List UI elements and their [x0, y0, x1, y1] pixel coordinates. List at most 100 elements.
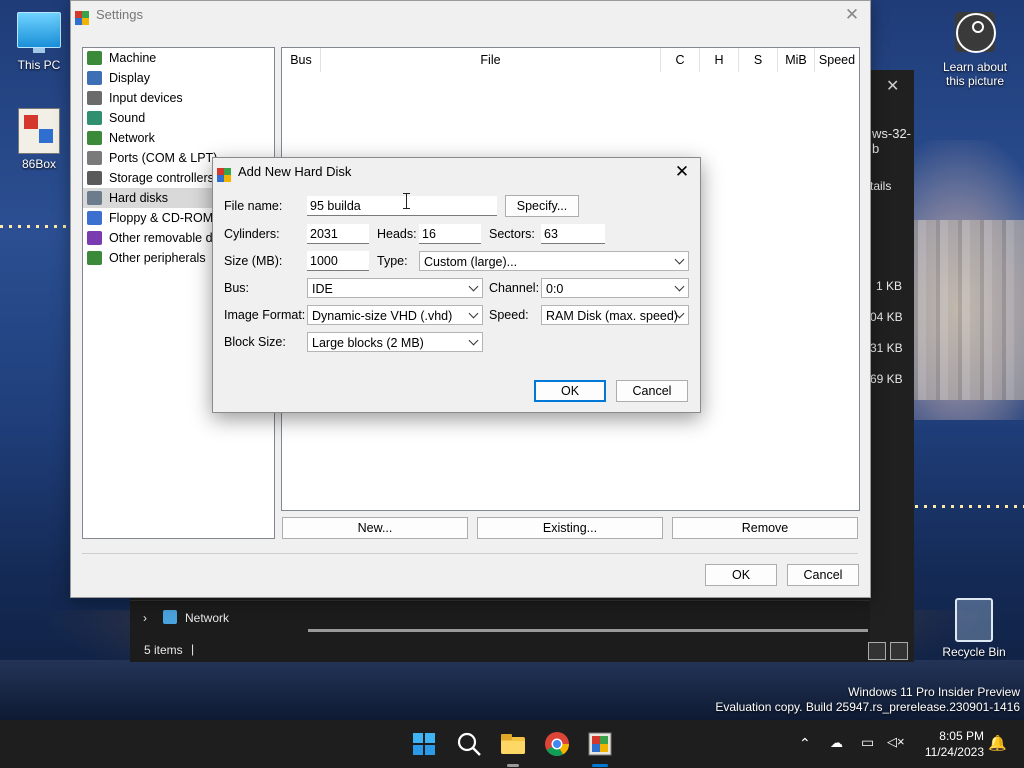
chevron-down-icon — [468, 335, 479, 346]
explorer-tab-title[interactable]: ws-32-b — [872, 126, 914, 156]
type-select[interactable]: Custom (large)... — [419, 251, 689, 271]
dialog-title-bar[interactable]: Add New Hard Disk ✕ — [213, 158, 700, 186]
image-format-label: Image Format: — [224, 308, 306, 322]
86box-icon[interactable] — [586, 730, 614, 758]
close-icon[interactable]: ✕ — [886, 76, 899, 96]
chevron-up-icon[interactable]: ⌃ — [799, 735, 811, 752]
desktop-icon-label: 86Box — [21, 157, 57, 171]
add-new-hard-disk-dialog: Add New Hard Disk ✕ File name: Specify..… — [212, 157, 701, 413]
explorer-details-label[interactable]: tails — [870, 179, 891, 193]
tree-item[interactable]: Display — [83, 68, 274, 88]
cylinders-label: Cylinders: — [224, 227, 280, 241]
column-header-heads[interactable]: H — [700, 48, 739, 72]
settings-title-bar[interactable]: Settings ✕ — [71, 1, 870, 29]
clock[interactable]: 8:05 PM 11/24/2023 — [908, 728, 984, 760]
desktop-icon-this-pc[interactable]: This PC — [4, 12, 74, 72]
column-header-speed[interactable]: Speed — [815, 48, 859, 72]
chevron-down-icon — [674, 254, 685, 265]
nav-pane-network[interactable]: Network — [185, 611, 229, 625]
existing-disk-button[interactable]: Existing... — [477, 517, 663, 539]
file-name-input[interactable] — [307, 196, 497, 216]
horizontal-scrollbar[interactable] — [308, 629, 868, 632]
cylinders-input[interactable] — [307, 224, 369, 244]
column-header-cylinders[interactable]: C — [661, 48, 700, 72]
sectors-label: Sectors: — [489, 227, 535, 241]
tree-item[interactable]: Sound — [83, 108, 274, 128]
type-label: Type: — [377, 254, 408, 268]
block-size-value: Large blocks (2 MB) — [312, 336, 424, 350]
column-header-bus[interactable]: Bus — [282, 48, 321, 72]
desktop-icon-recycle-bin[interactable]: Recycle Bin — [939, 598, 1009, 659]
remove-disk-button[interactable]: Remove — [672, 517, 858, 539]
network-icon — [163, 610, 177, 624]
desktop-icon-label: This PC — [17, 58, 61, 72]
category-icon — [87, 151, 102, 165]
category-icon — [87, 211, 102, 225]
dialog-ok-button[interactable]: OK — [534, 380, 606, 402]
new-disk-button[interactable]: New... — [282, 517, 468, 539]
channel-value: 0:0 — [546, 282, 564, 296]
image-format-select[interactable]: Dynamic-size VHD (.vhd) — [307, 305, 483, 325]
learn-about-picture-button[interactable] — [955, 12, 996, 53]
column-header-mib[interactable]: MiB — [778, 48, 815, 72]
tree-item-label: Hard disks — [109, 191, 169, 205]
chevron-down-icon — [674, 281, 685, 292]
bus-select[interactable]: IDE — [307, 278, 483, 298]
divider — [82, 553, 858, 554]
details-view-icon[interactable] — [868, 642, 886, 660]
category-icon — [87, 71, 102, 85]
dialog-cancel-button[interactable]: Cancel — [616, 380, 688, 402]
file-size: 1 KB — [876, 279, 903, 293]
heads-input[interactable] — [419, 224, 481, 244]
close-icon[interactable]: ✕ — [840, 1, 864, 29]
channel-select[interactable]: 0:0 — [541, 278, 689, 298]
network-status-icon[interactable]: ▭ — [861, 734, 874, 751]
close-icon[interactable]: ✕ — [670, 158, 694, 186]
specify-button[interactable]: Specify... — [505, 195, 579, 217]
camera-icon — [956, 13, 996, 53]
tree-item[interactable]: Input devices — [83, 88, 274, 108]
taskbar: ⌃ ☁ ▭ ◁× 8:05 PM 11/24/2023 🔔 — [0, 720, 1024, 768]
desktop-icon-86box[interactable]: 86Box — [4, 108, 74, 171]
learn-about-picture-label[interactable]: Learn about this picture — [935, 60, 1015, 88]
column-header-file[interactable]: File — [321, 48, 661, 72]
clock-time: 8:05 PM — [939, 729, 984, 743]
sectors-input[interactable] — [541, 224, 605, 244]
notification-bell-icon[interactable]: 🔔 — [988, 734, 1007, 752]
tree-item[interactable]: Machine — [83, 48, 274, 68]
volume-muted-icon[interactable]: ◁× — [887, 734, 905, 750]
tree-item-label: Input devices — [109, 91, 183, 105]
86box-icon — [18, 108, 60, 154]
computer-icon — [17, 12, 61, 53]
tree-item[interactable]: Network — [83, 128, 274, 148]
86box-icon — [217, 164, 231, 182]
tree-item-label: Ports (COM & LPT) — [109, 151, 218, 165]
file-size: 69 KB — [870, 372, 903, 386]
tree-item-label: Other peripherals — [109, 251, 206, 265]
tree-item-label: Display — [109, 71, 150, 85]
bus-label: Bus: — [224, 281, 250, 295]
speed-value: RAM Disk (max. speed) — [546, 309, 678, 323]
category-icon — [87, 51, 102, 65]
settings-cancel-button[interactable]: Cancel — [787, 564, 859, 586]
size-input[interactable] — [307, 251, 369, 271]
file-explorer-icon[interactable] — [499, 730, 527, 758]
chrome-icon[interactable] — [543, 730, 571, 758]
image-format-value: Dynamic-size VHD (.vhd) — [312, 309, 453, 323]
learn-label-line1: Learn about — [942, 60, 1008, 74]
block-size-select[interactable]: Large blocks (2 MB) — [307, 332, 483, 352]
settings-ok-button[interactable]: OK — [705, 564, 777, 586]
explorer-right-strip — [870, 70, 914, 662]
cloud-offline-icon[interactable]: ☁ — [830, 735, 843, 751]
speed-select[interactable]: RAM Disk (max. speed) — [541, 305, 689, 325]
tiles-view-icon[interactable] — [890, 642, 908, 660]
category-icon — [87, 251, 102, 265]
search-icon[interactable] — [455, 730, 483, 758]
category-icon — [87, 231, 102, 245]
wallpaper-lights — [0, 225, 80, 228]
heads-label: Heads: — [377, 227, 417, 241]
chevron-right-icon[interactable]: › — [143, 611, 147, 625]
windows-start-icon[interactable] — [410, 730, 438, 758]
speed-label: Speed: — [489, 308, 529, 322]
column-header-sectors[interactable]: S — [739, 48, 778, 72]
